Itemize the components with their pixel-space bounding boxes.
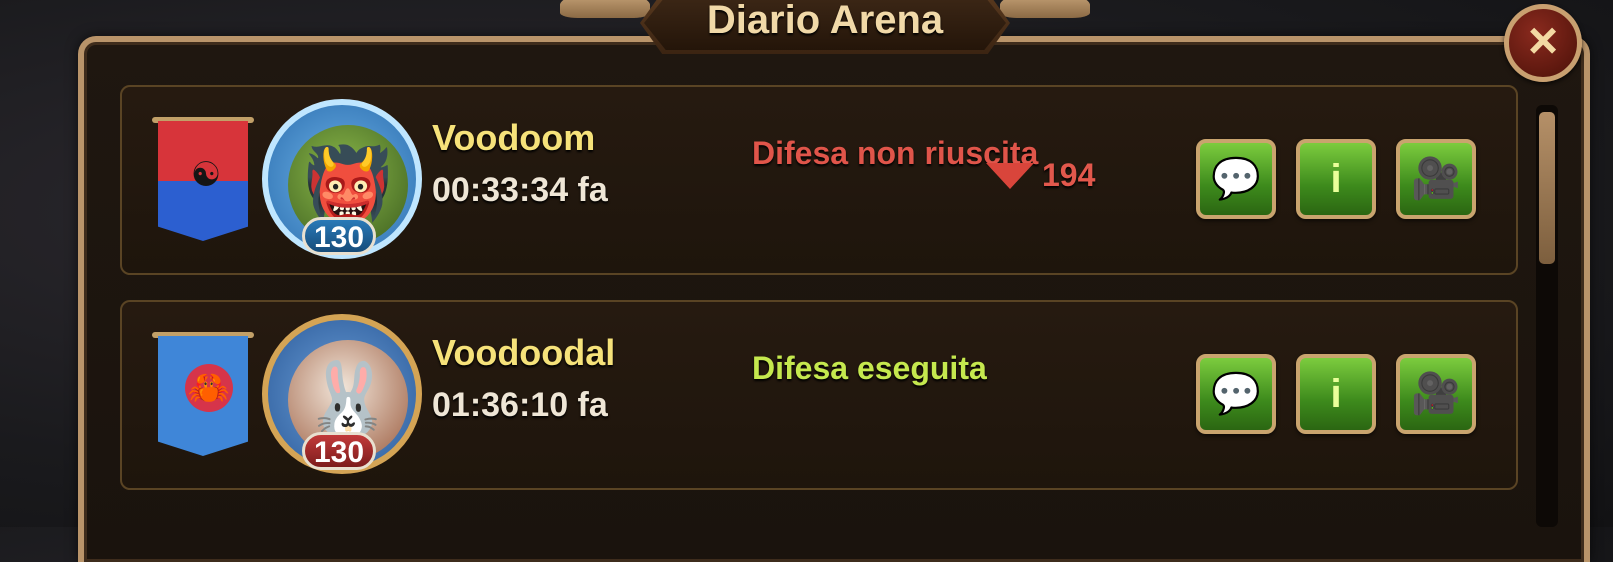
player-name: Voodoom [432,117,596,158]
scrollbar-thumb[interactable] [1539,112,1555,264]
dragon-emblem-icon: ☯ [190,156,222,194]
close-icon: × [1527,12,1559,70]
close-button[interactable]: × [1504,4,1582,82]
log-entry: ☯ 👹 130 Voodoom 00:33:34 fa Difesa non r… [120,85,1518,275]
right-wing-ornament [1000,0,1090,18]
chat-bubble-icon: 💬 [1211,372,1261,416]
rank-change: 194 [1042,157,1096,193]
window-title: Diario Arena [706,0,944,42]
log-entry: 🦀 🐰 130 Voodoodal 01:36:10 fa Difesa ese… [120,300,1518,490]
chat-bubble-icon: 💬 [1211,157,1261,201]
level-badge: 130 [302,217,376,255]
replay-button[interactable]: 🎥 [1396,354,1476,434]
left-wing-ornament [560,0,650,18]
player-name: Voodoodal [432,332,616,373]
replay-button[interactable]: 🎥 [1396,139,1476,219]
time-ago: 01:36:10 fa [432,386,608,424]
info-button[interactable]: i [1296,354,1376,434]
info-icon: i [1330,157,1342,201]
chat-button[interactable]: 💬 [1196,354,1276,434]
rank-down-arrow-icon [986,163,1034,189]
crab-emblem-icon: 🦀 [185,364,233,412]
info-icon: i [1330,372,1342,416]
level-badge: 130 [302,432,376,470]
time-ago: 00:33:34 fa [432,171,608,209]
video-camera-icon: 🎥 [1411,157,1461,201]
info-button[interactable]: i [1296,139,1376,219]
title-plate: Diario Arena [560,0,1090,58]
battle-result: Difesa eseguita [752,350,987,386]
video-camera-icon: 🎥 [1411,372,1461,416]
chat-button[interactable]: 💬 [1196,139,1276,219]
